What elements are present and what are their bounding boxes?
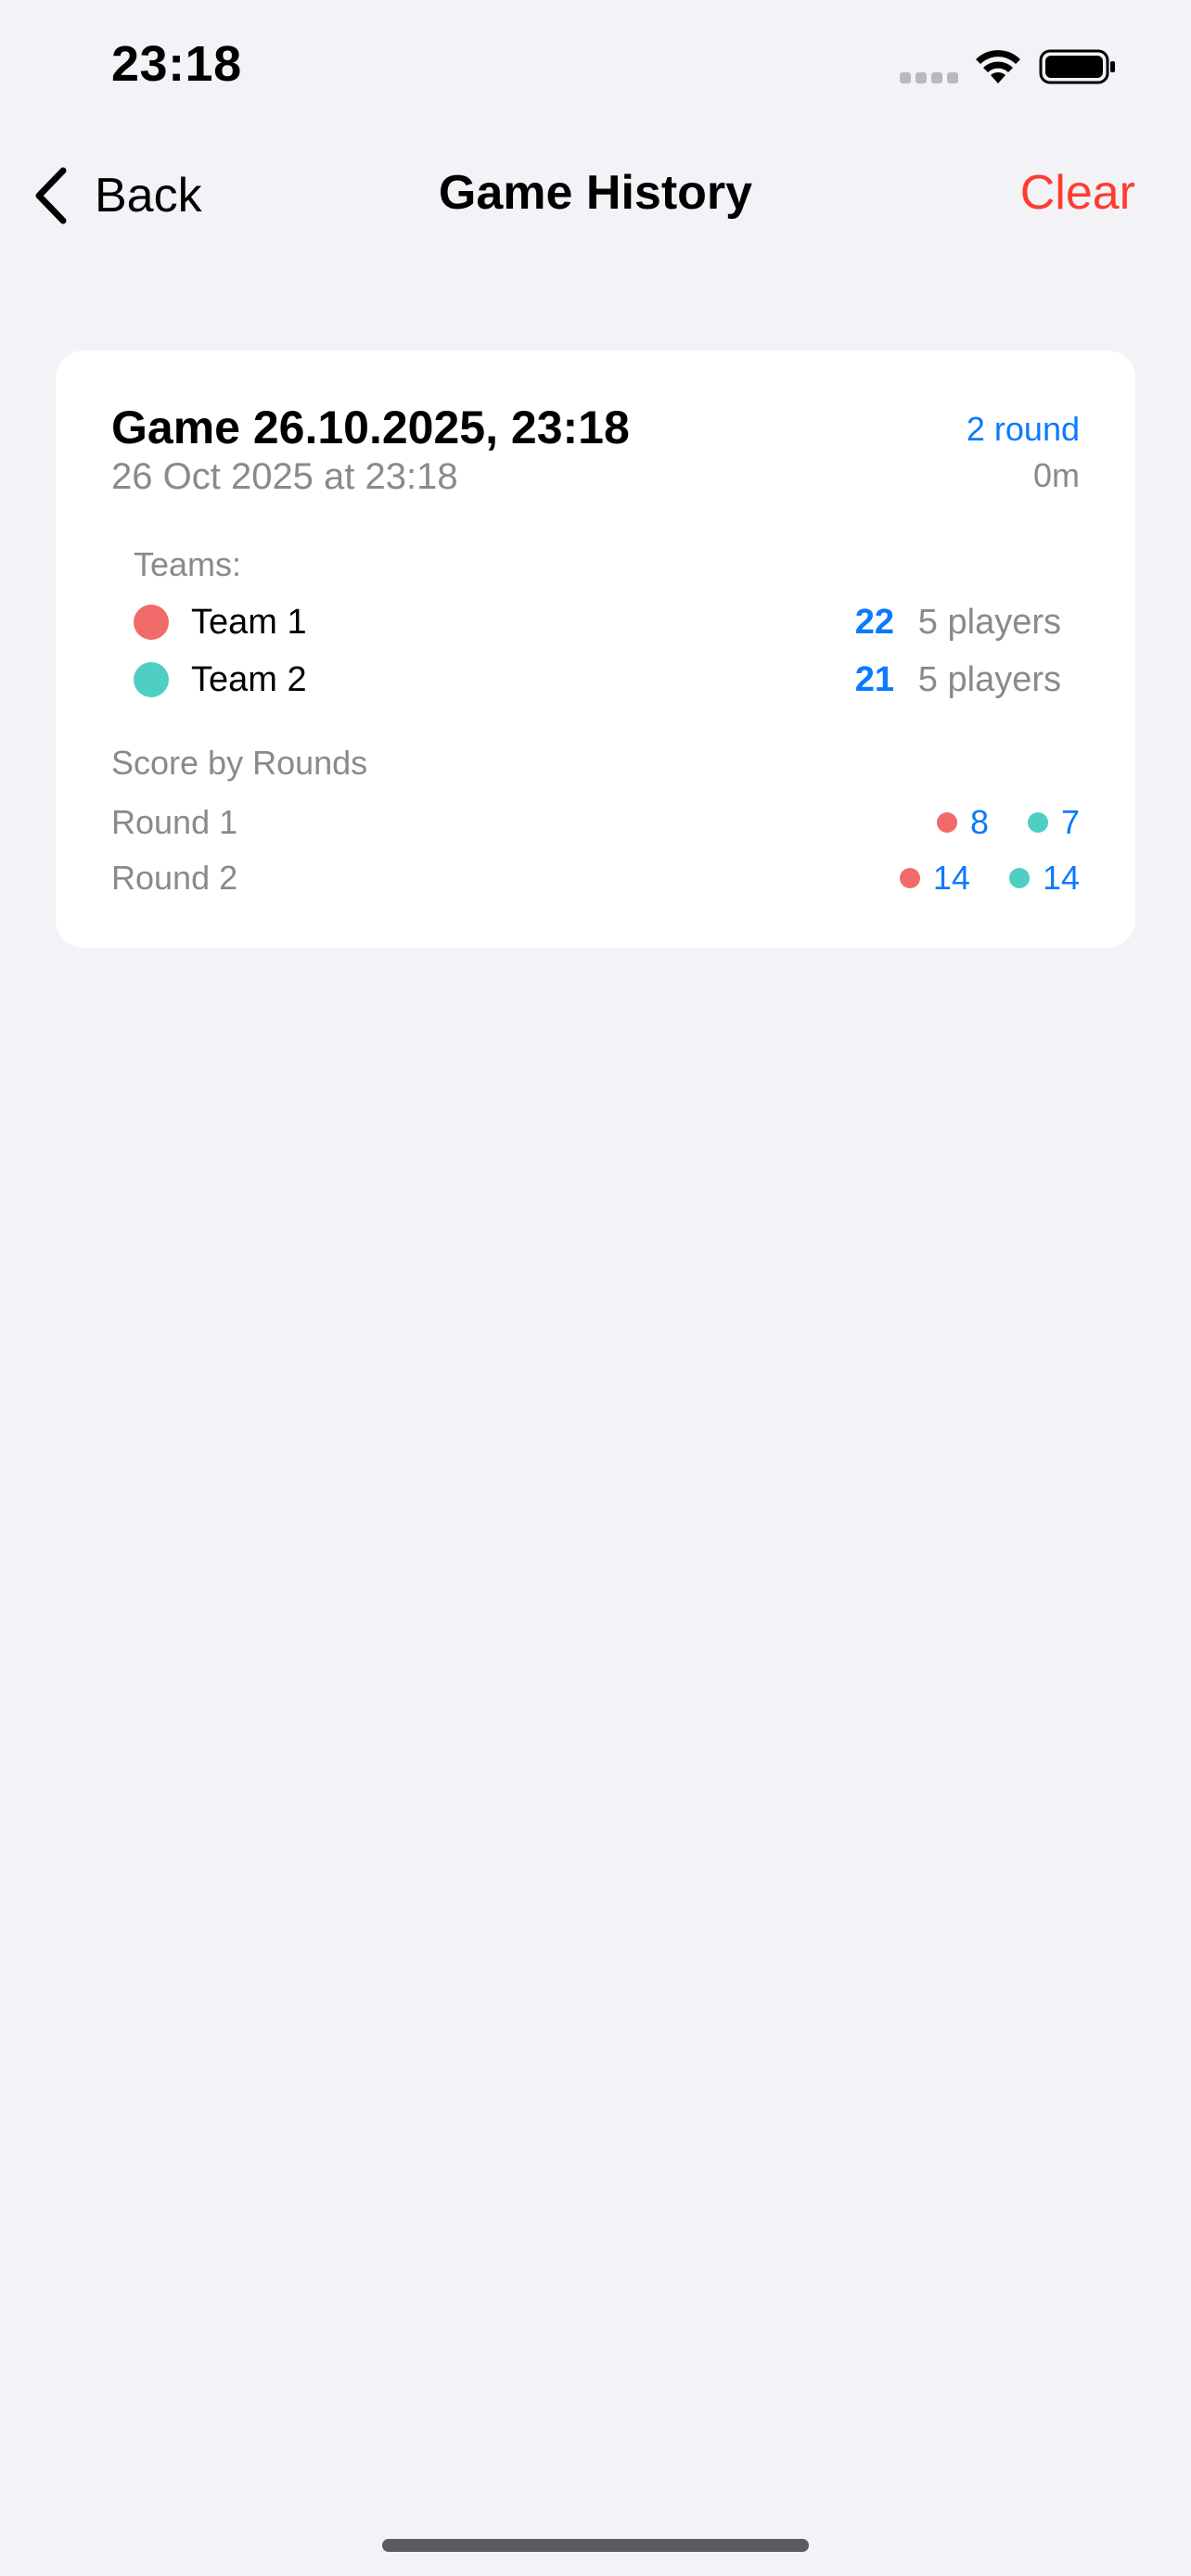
team-2-round-score: 14 xyxy=(1042,859,1080,897)
team-2-color-dot xyxy=(1008,868,1030,888)
team-2-color-dot xyxy=(1027,812,1048,833)
page-title: Game History xyxy=(438,166,753,220)
teams-label: Teams: xyxy=(134,545,242,583)
team-score: 22 xyxy=(854,603,894,642)
team-1-round-score: 14 xyxy=(932,859,970,897)
team-name: Team 1 xyxy=(191,603,307,642)
round-name: Round 2 xyxy=(111,859,238,897)
game-history-card[interactable]: Game 26.10.2025, 23:18 26 Oct 2025 at 23… xyxy=(56,351,1135,948)
round-name: Round 1 xyxy=(111,803,238,841)
wifi-icon xyxy=(976,50,1020,83)
team-color-dot xyxy=(134,605,169,640)
game-title: Game 26.10.2025, 23:18 xyxy=(111,402,630,453)
navigation-bar: Back Game History Clear xyxy=(0,139,1191,250)
team-2-round-score: 7 xyxy=(1060,803,1080,841)
team-player-count: 5 players xyxy=(917,660,1061,699)
battery-icon xyxy=(1039,49,1115,84)
cellular-signal-icon xyxy=(900,72,959,83)
team-row: Team 1 22 5 players xyxy=(134,599,1061,645)
status-bar: 23:18 xyxy=(0,0,1191,139)
round-scores: 8 7 xyxy=(936,803,1080,842)
game-date: 26 Oct 2025 at 23:18 xyxy=(111,456,458,497)
team-1-color-dot xyxy=(899,868,920,888)
round-row: Round 2 14 14 xyxy=(111,855,1080,899)
status-time: 23:18 xyxy=(111,36,242,92)
team-score: 21 xyxy=(854,660,894,699)
team-1-color-dot xyxy=(936,812,957,833)
round-scores: 14 14 xyxy=(899,859,1080,898)
team-row: Team 2 21 5 players xyxy=(134,657,1061,703)
game-duration: 0m xyxy=(1032,456,1080,494)
team-1-round-score: 8 xyxy=(969,803,989,841)
team-color-dot xyxy=(134,662,169,697)
round-count: 2 round xyxy=(966,410,1080,448)
round-row: Round 1 8 7 xyxy=(111,799,1080,844)
clear-button[interactable]: Clear xyxy=(1020,165,1135,221)
team-name: Team 2 xyxy=(191,660,307,699)
score-by-rounds-label: Score by Rounds xyxy=(111,744,368,782)
team-player-count: 5 players xyxy=(917,603,1061,642)
home-indicator[interactable] xyxy=(382,2539,809,2552)
